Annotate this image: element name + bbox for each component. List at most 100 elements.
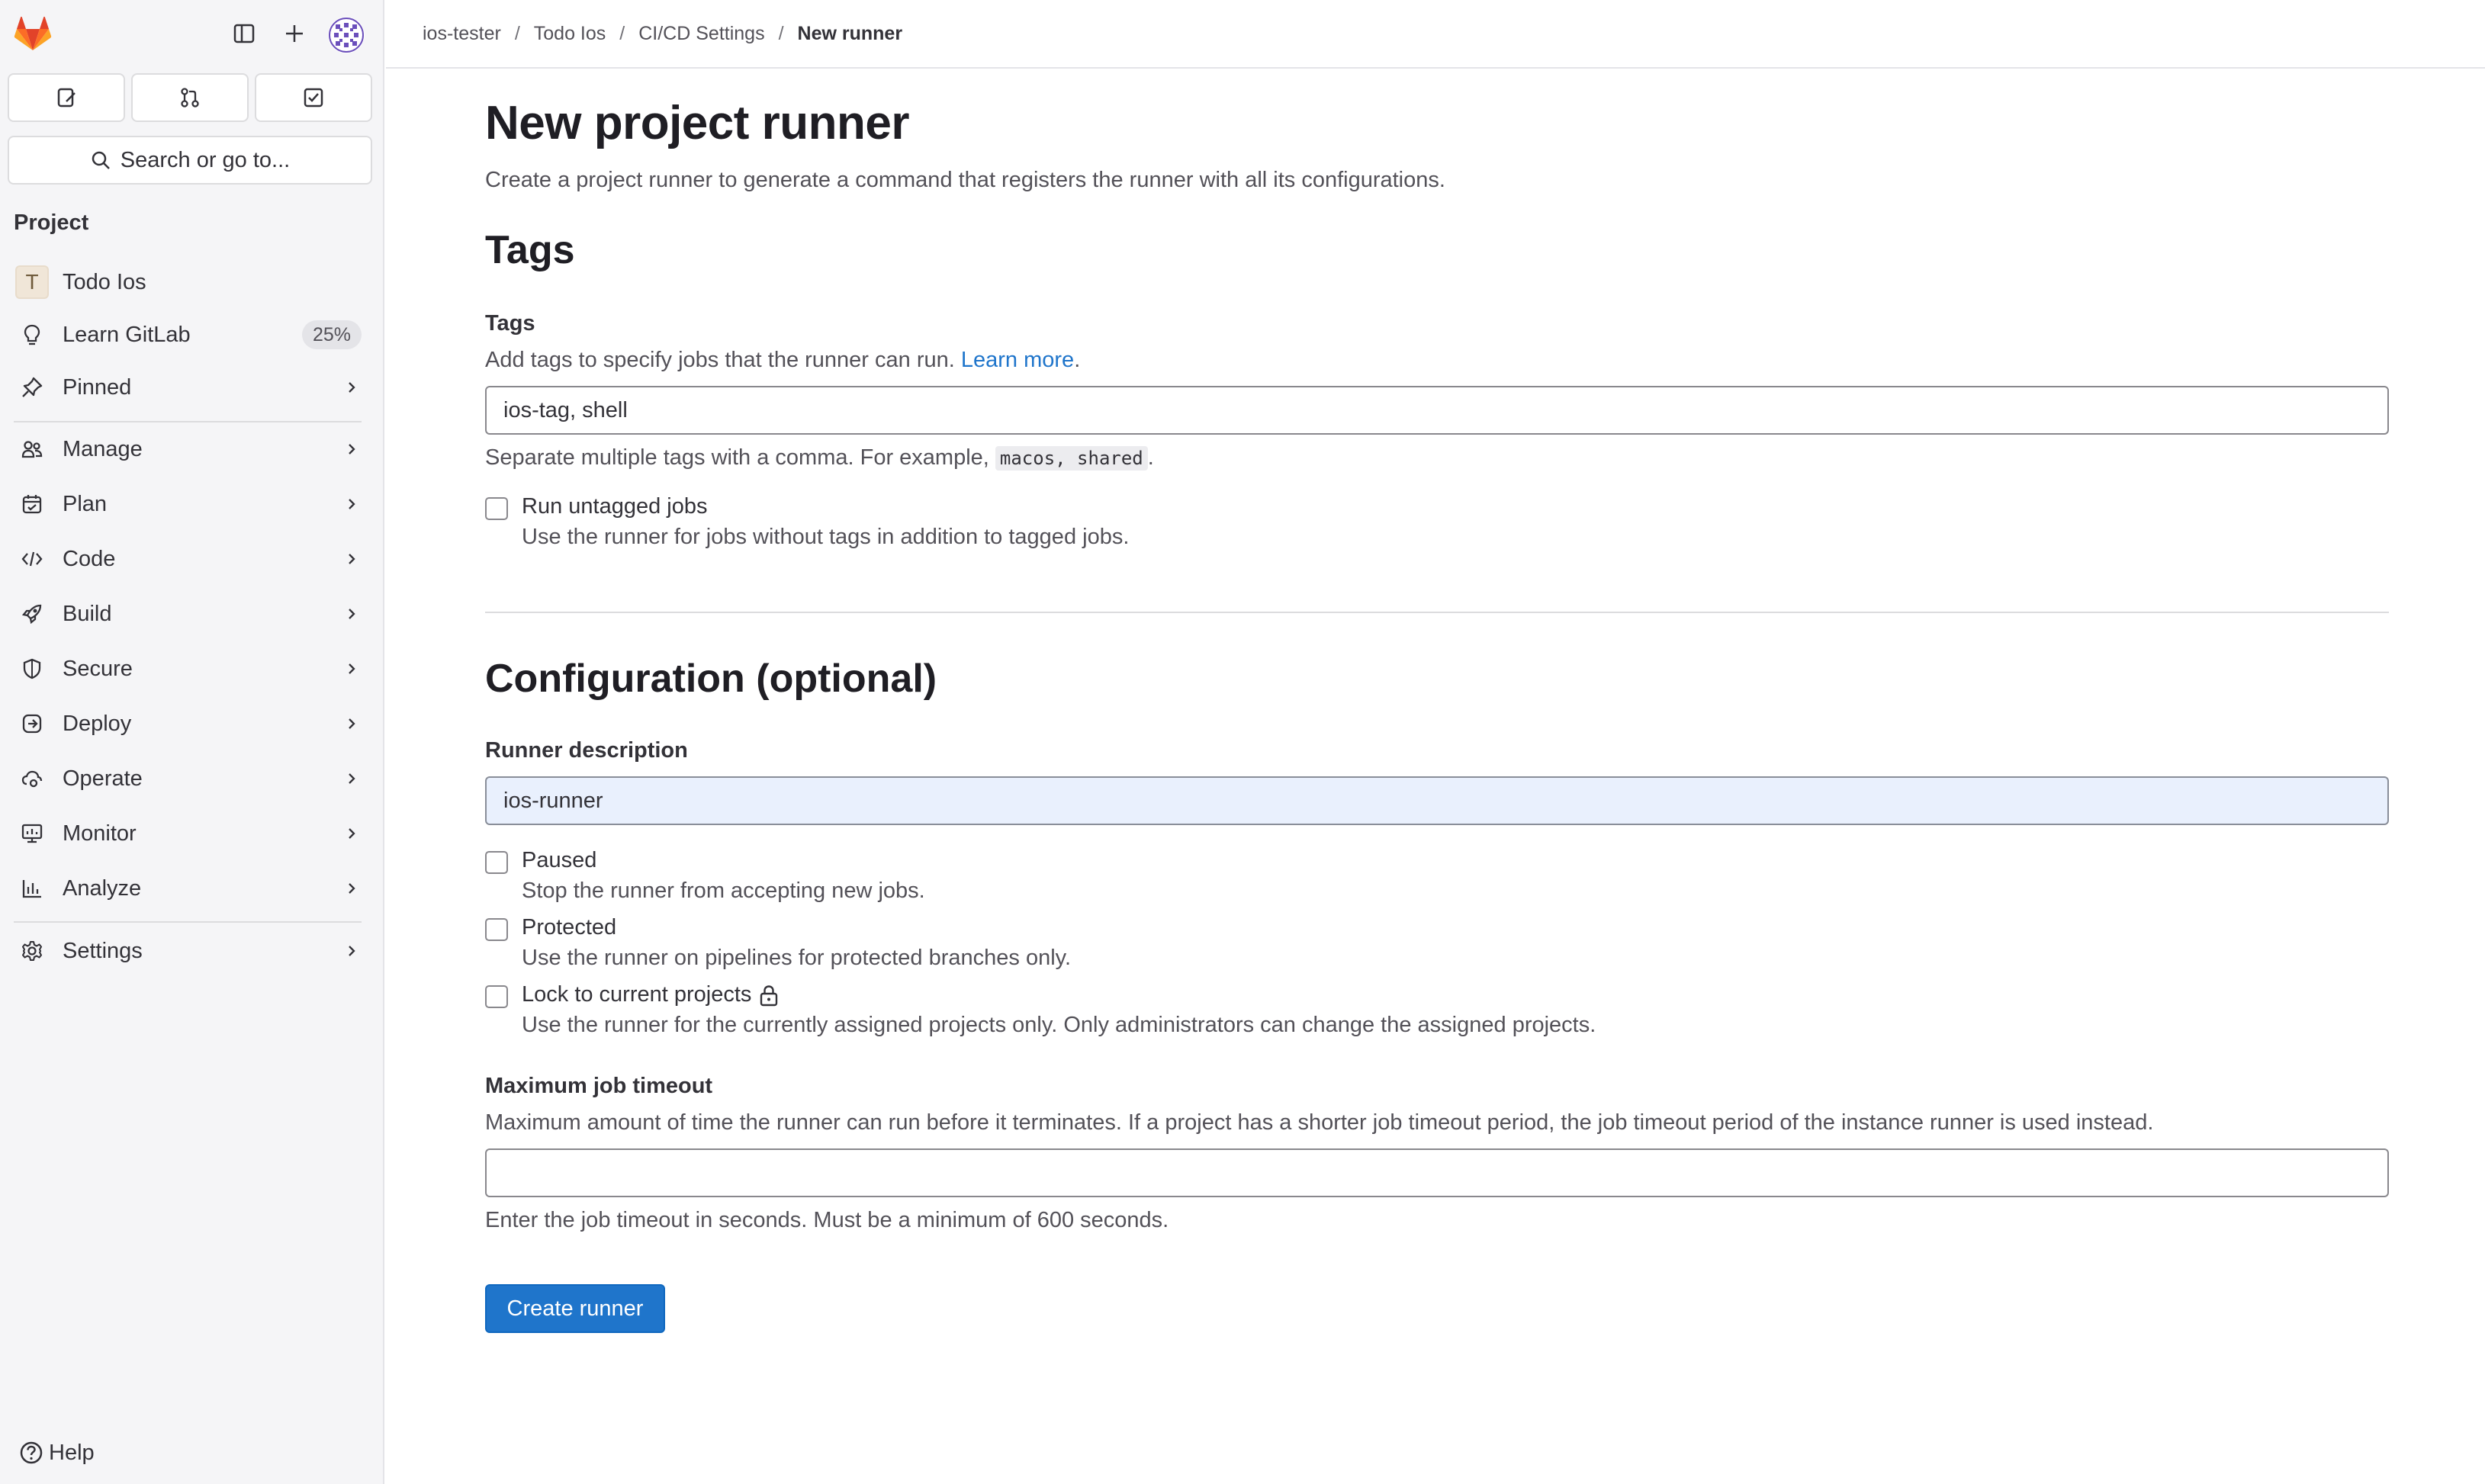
lock-projects-help: Use the runner for the currently assigne…: [522, 1013, 1596, 1037]
chevron-right-icon: [340, 438, 363, 461]
search-icon: [92, 151, 110, 169]
progress-badge: 25%: [301, 320, 362, 349]
sidebar-item-build[interactable]: Build: [8, 591, 372, 637]
gitlab-logo-icon[interactable]: [14, 15, 52, 52]
run-untagged-label[interactable]: Run untagged jobs: [522, 494, 707, 519]
sidebar-item-label: Plan: [63, 491, 108, 516]
breadcrumb-current[interactable]: New runner: [798, 23, 903, 45]
chevron-right-icon: [340, 712, 363, 735]
sidebar-item-label: Manage: [63, 436, 143, 461]
search-button[interactable]: Search or go to...: [8, 136, 372, 185]
merge-requests-button[interactable]: [131, 73, 249, 122]
chevron-right-icon: [340, 493, 363, 516]
page-description: Create a project runner to generate a co…: [485, 168, 1445, 192]
chevron-right-icon: [340, 767, 363, 790]
paused-label[interactable]: Paused: [522, 848, 596, 873]
sidebar-item-label: Code: [63, 546, 116, 571]
breadcrumb: ios-tester / Todo Ios / CI/CD Settings /…: [386, 0, 2485, 69]
sidebar-item-label: Monitor: [63, 821, 137, 846]
tags-hint: Separate multiple tags with a comma. For…: [485, 445, 1154, 471]
chevron-right-icon: [340, 822, 363, 845]
sidebar-item-pinned[interactable]: Pinned: [8, 365, 372, 410]
plus-icon[interactable]: [278, 17, 311, 50]
cloud-gear-icon: [15, 762, 49, 795]
tags-help: Add tags to specify jobs that the runner…: [485, 348, 1081, 372]
calendar-icon: [15, 487, 49, 521]
sidebar-item-label: Analyze: [63, 875, 142, 901]
max-timeout-hint: Enter the job timeout in seconds. Must b…: [485, 1208, 1169, 1232]
runner-description-input[interactable]: ios-runner: [485, 776, 2389, 825]
toggle-sidebar-icon[interactable]: [227, 17, 261, 50]
issues-icon: [57, 88, 76, 108]
lightbulb-icon: [15, 318, 49, 352]
learn-more-link[interactable]: Learn more: [961, 348, 1074, 372]
sidebar-item-analyze[interactable]: Analyze: [8, 866, 372, 911]
run-untagged-checkbox[interactable]: [485, 497, 508, 520]
todo-button[interactable]: [255, 73, 372, 122]
user-avatar[interactable]: [328, 17, 365, 53]
runner-description-label: Runner description: [485, 738, 688, 763]
create-runner-button[interactable]: Create runner: [485, 1284, 665, 1333]
sidebar-item-project[interactable]: T Todo Ios: [8, 259, 372, 305]
paused-checkbox[interactable]: [485, 851, 508, 874]
project-avatar: T: [15, 265, 49, 299]
sidebar-item-deploy[interactable]: Deploy: [8, 701, 372, 747]
section-divider: [485, 612, 2389, 613]
sidebar-item-monitor[interactable]: Monitor: [8, 811, 372, 856]
todo-icon: [304, 88, 323, 108]
sidebar-item-settings[interactable]: Settings: [8, 928, 372, 974]
configuration-section-heading: Configuration (optional): [485, 657, 937, 701]
chart-icon: [15, 872, 49, 905]
issues-button[interactable]: [8, 73, 125, 122]
sidebar-item-label: Deploy: [63, 711, 132, 736]
protected-checkbox[interactable]: [485, 918, 508, 941]
sidebar-item-secure[interactable]: Secure: [8, 646, 372, 692]
quick-actions: [8, 73, 372, 122]
search-label: Search or go to...: [120, 147, 291, 172]
chevron-right-icon: [340, 376, 363, 399]
breadcrumb-separator: /: [619, 22, 625, 44]
gear-icon: [15, 934, 49, 968]
sidebar-item-operate[interactable]: Operate: [8, 756, 372, 801]
protected-label[interactable]: Protected: [522, 915, 616, 940]
breadcrumb-item[interactable]: CI/CD Settings: [638, 23, 764, 45]
lock-projects-label-row[interactable]: Lock to current projects: [522, 982, 779, 1007]
sidebar-item-label: Pinned: [63, 374, 132, 400]
chevron-right-icon: [340, 657, 363, 680]
chevron-right-icon: [340, 602, 363, 625]
app-root: Search or go to... Project T Todo Ios Le…: [0, 0, 2485, 1484]
protected-help: Use the runner on pipelines for protecte…: [522, 946, 1072, 970]
sidebar-header: [0, 0, 384, 67]
sidebar-item-label: Build: [63, 601, 112, 626]
sidebar-item-code[interactable]: Code: [8, 536, 372, 582]
code-icon: [15, 542, 49, 576]
max-timeout-input[interactable]: [485, 1148, 2389, 1197]
breadcrumb-item[interactable]: ios-tester: [423, 23, 501, 45]
max-timeout-label: Maximum job timeout: [485, 1074, 713, 1098]
breadcrumb-separator: /: [514, 22, 520, 44]
deploy-icon: [15, 707, 49, 740]
tags-section-heading: Tags: [485, 228, 575, 272]
paused-help: Stop the runner from accepting new jobs.: [522, 879, 925, 903]
run-untagged-help: Use the runner for jobs without tags in …: [522, 525, 1130, 549]
sidebar-divider: [14, 421, 362, 422]
max-timeout-help: Maximum amount of time the runner can ru…: [485, 1110, 2154, 1135]
sidebar-item-learn-gitlab[interactable]: Learn GitLab 25%: [8, 312, 372, 358]
tags-input[interactable]: ios-tag, shell: [485, 386, 2389, 435]
sidebar-section-title: Project: [14, 210, 89, 235]
help-label: Help: [49, 1440, 95, 1465]
sidebar-item-label: Operate: [63, 766, 143, 791]
tags-example-code: macos, shared: [995, 446, 1148, 471]
sidebar-item-label: Todo Ios: [63, 269, 146, 294]
sidebar-item-plan[interactable]: Plan: [8, 481, 372, 527]
chevron-right-icon: [340, 548, 363, 570]
merge-request-icon: [181, 88, 199, 108]
help-button[interactable]: Help: [18, 1440, 95, 1466]
lock-projects-label: Lock to current projects: [522, 982, 752, 1007]
sidebar-divider: [14, 921, 362, 923]
rocket-icon: [15, 597, 49, 631]
breadcrumb-item[interactable]: Todo Ios: [534, 23, 606, 45]
chevron-right-icon: [340, 940, 363, 962]
sidebar-item-manage[interactable]: Manage: [8, 426, 372, 472]
lock-projects-checkbox[interactable]: [485, 985, 508, 1008]
